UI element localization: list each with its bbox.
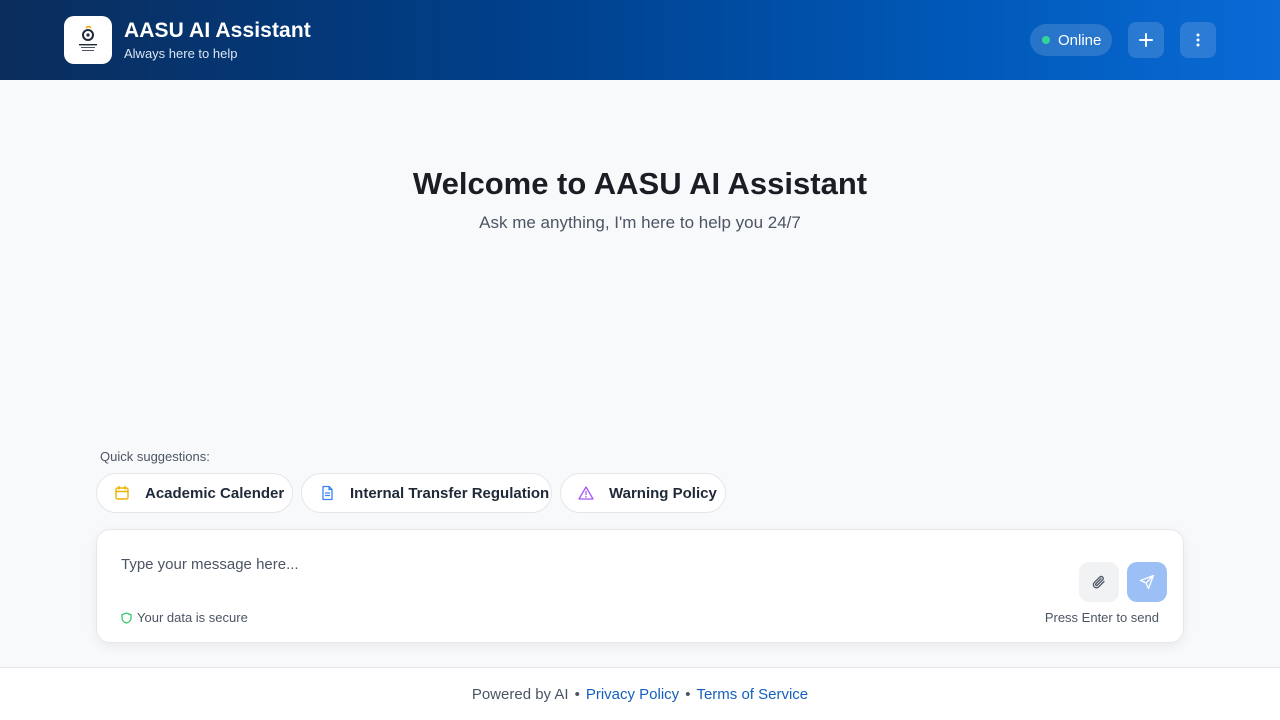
plus-icon [1139,33,1153,47]
status-label: Online [1058,31,1102,49]
welcome-subtitle: Ask me anything, I'm here to help you 24… [479,213,801,232]
message-input[interactable] [121,552,1061,576]
footer-separator: • [685,685,691,703]
suggestions-label: Quick suggestions: [100,449,210,464]
footer-separator: • [574,685,580,703]
warning-icon [577,484,595,502]
app-subtitle: Always here to help [124,46,238,61]
suggestion-internal-transfer[interactable]: Internal Transfer Regulation [301,473,552,513]
document-icon [318,484,336,502]
new-chat-button[interactable] [1128,22,1164,58]
terms-of-service-link[interactable]: Terms of Service [696,686,808,703]
app-header: AASU AI Assistant Always here to help On… [0,0,1280,80]
message-composer: Your data is secure Press Enter to send [96,529,1184,643]
calendar-icon [113,484,131,502]
app-title: AASU AI Assistant [124,19,311,42]
secure-notice: Your data is secure [121,610,248,625]
status-dot-icon [1042,36,1050,44]
privacy-policy-link[interactable]: Privacy Policy [586,686,679,703]
welcome-title: Welcome to AASU AI Assistant [412,166,868,201]
secure-text: Your data is secure [137,610,248,625]
attach-button[interactable] [1079,562,1119,602]
suggestion-warning-policy[interactable]: Warning Policy [560,473,726,513]
menu-button[interactable] [1180,22,1216,58]
more-vertical-icon [1196,33,1200,47]
university-logo-icon [64,16,112,64]
powered-by-text: Powered by AI [471,685,569,703]
suggestion-label: Internal Transfer Regulation [350,484,550,502]
suggestion-label: Academic Calender [145,484,285,502]
paperclip-icon [1092,575,1105,589]
suggestion-label: Warning Policy [609,484,717,502]
send-icon [1139,574,1155,590]
shield-icon [121,611,132,624]
enter-hint: Press Enter to send [1044,610,1159,625]
footer: Powered by AI • Privacy Policy • Terms o… [0,667,1280,720]
send-button[interactable] [1127,562,1167,602]
suggestion-academic-calender[interactable]: Academic Calender [96,473,293,513]
status-badge: Online [1030,24,1112,56]
